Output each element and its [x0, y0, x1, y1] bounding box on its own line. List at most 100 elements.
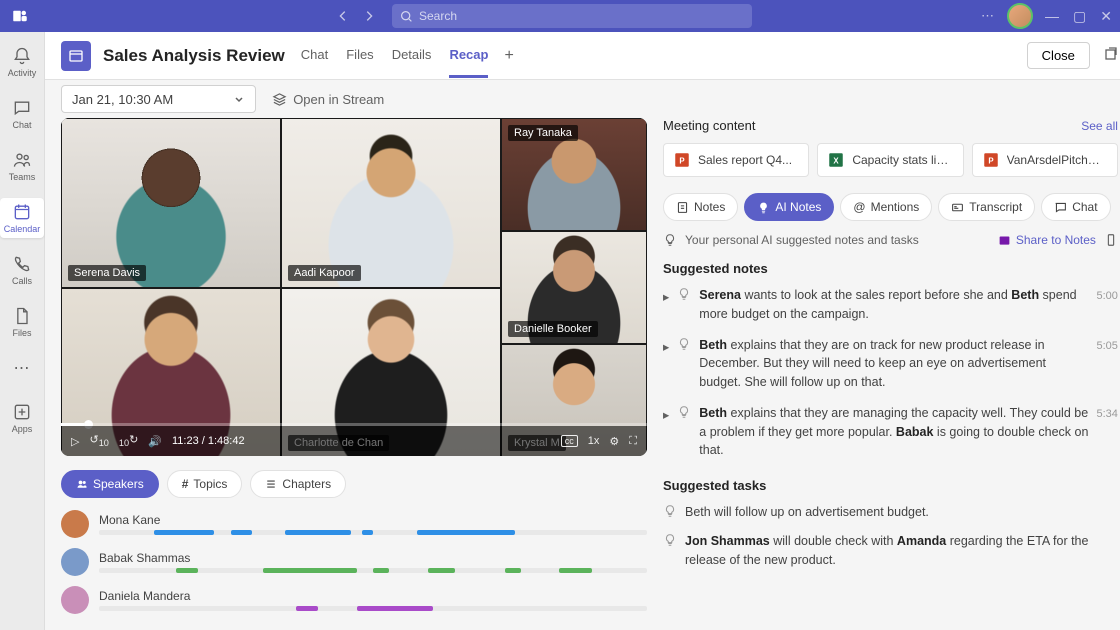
speed-button[interactable]: 1x [588, 435, 600, 447]
meeting-file[interactable]: X Capacity stats list... [817, 143, 963, 177]
speaker-name: Babak Shammas [99, 551, 647, 565]
search-placeholder: Search [419, 9, 457, 23]
notes-tab-chat[interactable]: Chat [1041, 193, 1110, 221]
video-time: 11:23 / 1:48:42 [172, 435, 245, 447]
task-item[interactable]: Beth will follow up on advertisement bud… [663, 503, 1118, 522]
note-timestamp: 5:00 [1097, 288, 1118, 324]
rail-apps[interactable]: Apps [0, 398, 44, 438]
note-item[interactable]: ▸Beth explains that they are on track fo… [663, 336, 1118, 392]
lightbulb-icon [677, 287, 691, 301]
task-text: Jon Shammas will double check with Amand… [685, 532, 1118, 570]
lightbulb-icon [677, 405, 691, 419]
file-name: VanArsdelPitchDe... [1007, 153, 1108, 167]
speaker-track[interactable] [99, 568, 647, 573]
note-item[interactable]: ▸Serena wants to look at the sales repor… [663, 286, 1118, 324]
rail-chat[interactable]: Chat [0, 94, 44, 134]
rail-teams[interactable]: Teams [0, 146, 44, 186]
meeting-content-heading: Meeting content [663, 118, 756, 133]
notes-tab-mentions[interactable]: @Mentions [840, 193, 932, 221]
speaker-row[interactable]: Daniela Mandera [61, 586, 647, 614]
skip-back-button[interactable]: ↺10 [89, 433, 108, 448]
suggested-tasks-heading: Suggested tasks [663, 478, 1118, 493]
lightbulb-icon [663, 504, 677, 518]
play-button[interactable]: ▷ [71, 435, 79, 448]
suggested-notes-heading: Suggested notes [663, 261, 1118, 276]
meeting-title: Sales Analysis Review [103, 46, 285, 66]
phone-icon[interactable] [1104, 233, 1118, 247]
timeline-tab-speakers[interactable]: Speakers [61, 470, 159, 498]
tab-recap[interactable]: Recap [449, 34, 488, 78]
notes-tab-transcript[interactable]: Transcript [938, 193, 1035, 221]
meeting-file[interactable]: PVanArsdelPitchDe... [972, 143, 1118, 177]
notes-icon [676, 201, 689, 214]
speaker-track[interactable] [99, 530, 647, 535]
rail-activity[interactable]: Activity [0, 42, 44, 82]
open-in-stream-link[interactable]: Open in Stream [272, 92, 384, 107]
speaker-track[interactable] [99, 606, 647, 611]
teams-logo-icon [8, 4, 32, 28]
more-options-button[interactable]: ⋯ [981, 8, 995, 24]
rail-more[interactable]: ⋯ [14, 358, 31, 378]
minimize-button[interactable]: — [1045, 8, 1059, 25]
lightbulb-icon [663, 533, 677, 547]
note-text: Beth explains that they are managing the… [699, 404, 1088, 460]
file-name: Sales report Q4... [698, 153, 792, 167]
settings-button[interactable]: ⚙ [609, 435, 619, 448]
suggested-notes-list: ▸Serena wants to look at the sales repor… [663, 286, 1118, 460]
meeting-file[interactable]: P Sales report Q4... [663, 143, 809, 177]
share-to-notes-link[interactable]: Share to Notes [998, 233, 1096, 247]
svg-text:X: X [834, 156, 840, 165]
window-titlebar: Search ⋯ — ▢ ✕ [0, 0, 1120, 32]
tab-details[interactable]: Details [392, 34, 432, 78]
close-window-button[interactable]: ✕ [1100, 8, 1112, 25]
participant-tile: Ray Tanaka [501, 118, 647, 231]
speaker-avatar [61, 510, 89, 538]
speaker-name: Daniela Mandera [99, 589, 647, 603]
speaker-avatar [61, 586, 89, 614]
rail-calendar[interactable]: Calendar [0, 198, 44, 238]
timeline-tab-chapters[interactable]: Chapters [250, 470, 346, 498]
meeting-header: Sales Analysis Review Chat Files Details… [45, 32, 1120, 80]
skip-forward-button[interactable]: 10↻ [119, 433, 138, 448]
stream-icon [272, 92, 287, 107]
rail-files[interactable]: Files [0, 302, 44, 342]
nav-back-button[interactable] [332, 5, 354, 27]
user-avatar[interactable] [1007, 3, 1033, 29]
note-item[interactable]: ▸Beth explains that they are managing th… [663, 404, 1118, 460]
close-button[interactable]: Close [1027, 42, 1090, 69]
timeline-tab-topics[interactable]: #Topics [167, 470, 243, 498]
chapters-icon [265, 478, 277, 490]
captions-button[interactable]: cc [561, 435, 578, 447]
transcript-icon [951, 201, 964, 214]
lightbulb-icon [677, 337, 691, 351]
see-all-link[interactable]: See all [1081, 119, 1118, 133]
volume-button[interactable]: 🔊 [148, 435, 162, 448]
maximize-button[interactable]: ▢ [1073, 8, 1086, 25]
video-recording[interactable]: Serena Davis Aadi Kapoor Ray Tanaka Char… [61, 118, 647, 456]
file-type-icon: P [673, 151, 691, 169]
note-timestamp: 5:05 [1097, 338, 1118, 392]
search-input[interactable]: Search [392, 4, 752, 28]
popout-button[interactable] [1102, 46, 1118, 65]
chat-icon [1054, 201, 1067, 214]
chevron-down-icon [233, 93, 245, 105]
tab-chat[interactable]: Chat [301, 34, 328, 78]
tab-files[interactable]: Files [346, 34, 373, 78]
speaker-row[interactable]: Mona Kane [61, 510, 647, 538]
nav-forward-button[interactable] [358, 5, 380, 27]
lightbulb-icon [663, 233, 677, 247]
notes-tab-notes[interactable]: Notes [663, 193, 738, 221]
participant-tile: Danielle Booker [501, 231, 647, 344]
app-rail: Activity Chat Teams Calendar Calls Files… [0, 32, 45, 630]
search-icon [400, 10, 413, 23]
notes-tab-ai-notes[interactable]: AI Notes [744, 193, 834, 221]
speaker-row[interactable]: Babak Shammas [61, 548, 647, 576]
task-item[interactable]: Jon Shammas will double check with Amand… [663, 532, 1118, 570]
add-tab-button[interactable]: + [504, 47, 513, 65]
participant-tile: Aadi Kapoor [281, 118, 501, 288]
fullscreen-button[interactable]: ⛶ [629, 435, 637, 448]
note-text: Beth explains that they are on track for… [699, 336, 1088, 392]
datetime-dropdown[interactable]: Jan 21, 10:30 AM [61, 85, 256, 113]
file-name: Capacity stats list... [852, 153, 953, 167]
rail-calls[interactable]: Calls [0, 250, 44, 290]
